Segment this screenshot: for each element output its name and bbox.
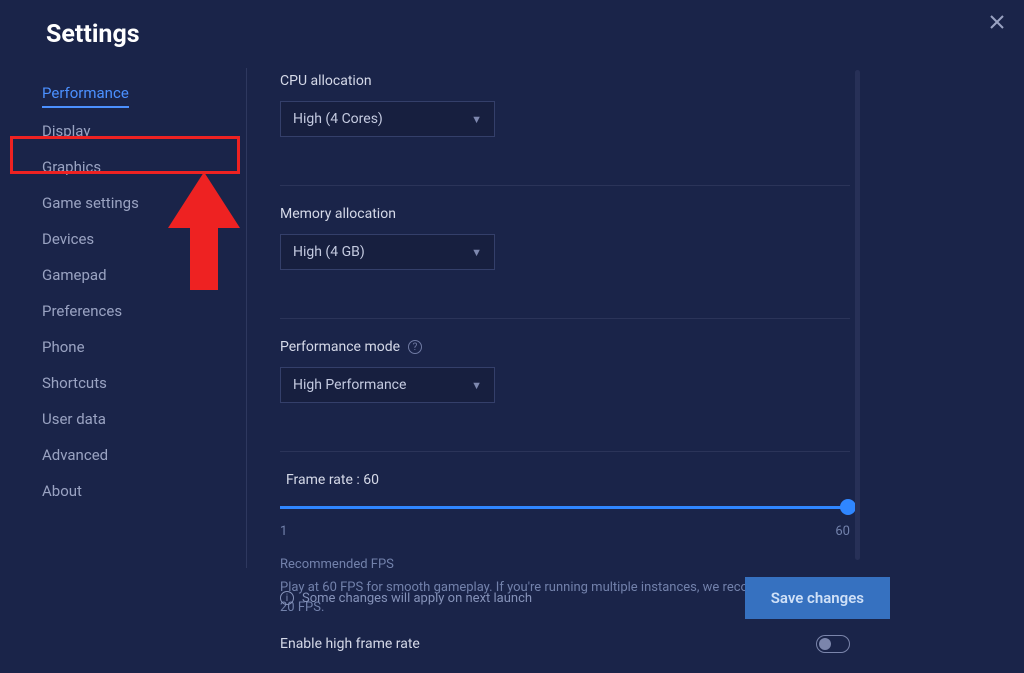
cpu-allocation-label: CPU allocation bbox=[280, 73, 850, 89]
dropdown-value: High (4 Cores) bbox=[293, 111, 383, 127]
cpu-allocation-dropdown[interactable]: High (4 Cores) ▼ bbox=[280, 101, 495, 137]
scrollbar[interactable] bbox=[855, 70, 860, 560]
sidebar-item-gamepad[interactable]: Gamepad bbox=[42, 257, 242, 293]
sidebar-item-game-settings[interactable]: Game settings bbox=[42, 185, 242, 221]
sidebar-item-label: User data bbox=[42, 410, 106, 428]
sidebar-item-label: Performance bbox=[42, 84, 129, 102]
sidebar-item-about[interactable]: About bbox=[42, 473, 242, 509]
slider-min: 1 bbox=[280, 524, 287, 539]
sidebar-item-label: Shortcuts bbox=[42, 374, 107, 392]
close-icon bbox=[989, 14, 1005, 30]
enable-high-frame-rate-toggle[interactable] bbox=[816, 635, 850, 653]
sidebar-item-label: Gamepad bbox=[42, 266, 107, 284]
sidebar-item-label: Preferences bbox=[42, 302, 122, 320]
help-icon[interactable]: ? bbox=[408, 340, 422, 354]
sidebar-item-graphics[interactable]: Graphics bbox=[42, 149, 242, 185]
slider-max: 60 bbox=[835, 524, 850, 539]
close-button[interactable] bbox=[985, 10, 1009, 34]
info-icon: i bbox=[280, 591, 294, 605]
slider-thumb[interactable] bbox=[840, 499, 856, 515]
slider-track bbox=[280, 506, 850, 509]
dropdown-value: High Performance bbox=[293, 377, 406, 393]
dropdown-value: High (4 GB) bbox=[293, 244, 365, 260]
sidebar: Performance Display Graphics Game settin… bbox=[42, 75, 242, 509]
performance-mode-label: Performance mode ? bbox=[280, 339, 850, 355]
chevron-down-icon: ▼ bbox=[471, 113, 482, 126]
chevron-down-icon: ▼ bbox=[471, 379, 482, 392]
chevron-down-icon: ▼ bbox=[471, 246, 482, 259]
sidebar-item-user-data[interactable]: User data bbox=[42, 401, 242, 437]
sidebar-item-display[interactable]: Display bbox=[42, 113, 242, 149]
recommended-fps-title: Recommended FPS bbox=[280, 557, 850, 572]
frame-rate-slider[interactable] bbox=[280, 498, 850, 518]
sidebar-item-label: About bbox=[42, 482, 82, 500]
sidebar-item-phone[interactable]: Phone bbox=[42, 329, 242, 365]
sidebar-item-label: Phone bbox=[42, 338, 85, 356]
sidebar-item-label: Game settings bbox=[42, 194, 139, 212]
sidebar-item-advanced[interactable]: Advanced bbox=[42, 437, 242, 473]
performance-mode-dropdown[interactable]: High Performance ▼ bbox=[280, 367, 495, 403]
enable-high-frame-rate-label: Enable high frame rate bbox=[280, 636, 420, 652]
sidebar-item-performance[interactable]: Performance bbox=[42, 75, 129, 108]
frame-rate-label: Frame rate : 60 bbox=[280, 472, 850, 488]
sidebar-item-label: Advanced bbox=[42, 446, 108, 464]
sidebar-item-shortcuts[interactable]: Shortcuts bbox=[42, 365, 242, 401]
sidebar-item-devices[interactable]: Devices bbox=[42, 221, 242, 257]
memory-allocation-dropdown[interactable]: High (4 GB) ▼ bbox=[280, 234, 495, 270]
sidebar-divider bbox=[246, 68, 247, 568]
save-changes-button[interactable]: Save changes bbox=[745, 577, 890, 619]
page-title: Settings bbox=[46, 20, 140, 49]
footer: i Some changes will apply on next launch… bbox=[280, 577, 890, 619]
sidebar-item-label: Graphics bbox=[42, 158, 101, 176]
sidebar-item-label: Devices bbox=[42, 230, 94, 248]
sidebar-item-label: Display bbox=[42, 122, 90, 140]
slider-scale: 1 60 bbox=[280, 524, 850, 539]
footer-note: i Some changes will apply on next launch bbox=[280, 591, 532, 606]
memory-allocation-label: Memory allocation bbox=[280, 206, 850, 222]
toggle-knob bbox=[819, 638, 831, 650]
sidebar-item-preferences[interactable]: Preferences bbox=[42, 293, 242, 329]
